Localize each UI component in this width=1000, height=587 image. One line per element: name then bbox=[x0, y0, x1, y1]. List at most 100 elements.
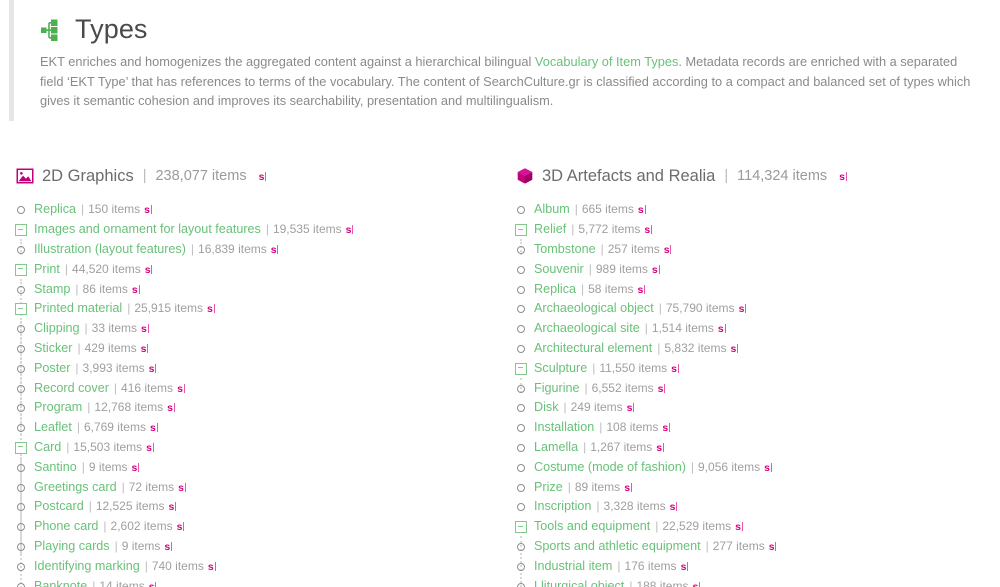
collapse-toggle-icon[interactable] bbox=[14, 262, 28, 276]
tree-node-label[interactable]: Postcard bbox=[34, 499, 84, 513]
tree-node-search-link[interactable]: s bbox=[169, 501, 177, 513]
tree-node-label[interactable]: Replica bbox=[34, 202, 76, 216]
tree-node-label[interactable]: Disk bbox=[534, 400, 559, 414]
tree-node-label[interactable]: Figurine bbox=[534, 381, 580, 395]
tree-node-label[interactable]: Playing cards bbox=[34, 539, 110, 553]
tree-node-label[interactable]: Santino bbox=[34, 460, 77, 474]
tree-node-search-link[interactable]: s bbox=[624, 482, 632, 494]
tree-node-search-link[interactable]: s bbox=[132, 284, 140, 296]
leaf-bullet-icon bbox=[514, 460, 528, 474]
tree-node-search-link[interactable]: s bbox=[644, 224, 652, 236]
tree-node-search-link[interactable]: s bbox=[150, 422, 158, 434]
collapse-toggle-icon[interactable] bbox=[514, 361, 528, 375]
tree-node-label[interactable]: Sports and athletic equipment bbox=[534, 539, 701, 553]
tree-node-search-link[interactable]: s bbox=[638, 204, 646, 216]
tree-node-label[interactable]: Architectural element bbox=[534, 341, 652, 355]
tree-node-search-link[interactable]: s bbox=[658, 383, 666, 395]
tree-node-label[interactable]: Stamp bbox=[34, 282, 70, 296]
tree-node-search-link[interactable]: s bbox=[271, 244, 279, 256]
tree-node-search-link[interactable]: s bbox=[627, 402, 635, 414]
tree-node-label[interactable]: Clipping bbox=[34, 321, 80, 335]
tree-node-search-link[interactable]: s bbox=[132, 462, 140, 474]
tree-node-search-link[interactable]: s bbox=[177, 383, 185, 395]
tree-node-label[interactable]: Costume (mode of fashion) bbox=[534, 460, 686, 474]
tree-node-label[interactable]: Lliturgical object bbox=[534, 579, 624, 587]
tree-node-search-link[interactable]: s bbox=[681, 561, 689, 573]
tree-node-search-link[interactable]: s bbox=[637, 284, 645, 296]
tree-node-search-link[interactable]: s bbox=[144, 204, 152, 216]
tree-node-search-link[interactable]: s bbox=[346, 224, 354, 236]
tree-node-search-link[interactable]: s bbox=[652, 264, 660, 276]
tree-node-search-link[interactable]: s bbox=[177, 521, 185, 533]
tree-node-search-link[interactable]: s bbox=[164, 541, 172, 553]
tree-node: Tools and equipment | 22,529 items s Sports … bbox=[514, 516, 1000, 587]
tree-node-search-link[interactable]: s bbox=[662, 422, 670, 434]
tree-node-label[interactable]: Album bbox=[534, 202, 570, 216]
category-search-link[interactable]: s bbox=[839, 171, 847, 183]
tree-node-search-link[interactable]: s bbox=[178, 482, 186, 494]
tree-node-label[interactable]: Phone card bbox=[34, 519, 98, 533]
tree-node: Sports and athletic equipment | 277 items s bbox=[514, 536, 1000, 556]
tree-node-label[interactable]: Lamella bbox=[534, 440, 578, 454]
tree-node-label[interactable]: Program bbox=[34, 400, 82, 414]
tree-node-label[interactable]: Prize bbox=[534, 480, 563, 494]
tree-node-label[interactable]: Tools and equipment bbox=[534, 519, 650, 533]
vocabulary-of-item-types-link[interactable]: Vocabulary of Item Types bbox=[535, 54, 678, 69]
tree-node-label[interactable]: Inscription bbox=[534, 499, 591, 513]
tree-node-label[interactable]: Relief bbox=[534, 222, 566, 236]
tree-node-label[interactable]: Printed material bbox=[34, 301, 122, 315]
tree-node-search-link[interactable]: s bbox=[664, 244, 672, 256]
collapse-toggle-icon[interactable] bbox=[14, 440, 28, 454]
tree-node-search-link[interactable]: s bbox=[141, 343, 149, 355]
tree-node-label[interactable]: Replica bbox=[534, 282, 576, 296]
collapse-toggle-icon[interactable] bbox=[14, 222, 28, 237]
tree-node-search-link[interactable]: s bbox=[718, 323, 726, 335]
tree-node-search-link[interactable]: s bbox=[167, 402, 175, 414]
tree-node-row: Inscription | 3,328 items s bbox=[514, 496, 1000, 516]
tree-node-label[interactable]: Poster bbox=[34, 361, 70, 375]
tree-node-label[interactable]: Identifying marking bbox=[34, 559, 140, 573]
tree-node-label[interactable]: Print bbox=[34, 262, 60, 276]
tree-node-search-link[interactable]: s bbox=[670, 501, 678, 513]
tree-node-search-link[interactable]: s bbox=[769, 541, 777, 553]
tree-node-search-link[interactable]: s bbox=[146, 442, 154, 454]
collapse-toggle-icon[interactable] bbox=[514, 222, 528, 237]
tree-node-label[interactable]: Tombstone bbox=[534, 242, 596, 256]
tree-node-search-link[interactable]: s bbox=[149, 581, 157, 587]
tree-node-label[interactable]: Banknote bbox=[34, 579, 87, 587]
tree-node-label[interactable]: Sculpture bbox=[534, 361, 587, 375]
tree-node-label[interactable]: Illustration (layout features) bbox=[34, 242, 186, 256]
tree-node: Sticker | 429 items s bbox=[14, 338, 510, 358]
tree-node-search-link[interactable]: s bbox=[739, 303, 747, 315]
tree-node-label[interactable]: Sticker bbox=[34, 341, 73, 355]
tree-node-search-link[interactable]: s bbox=[735, 521, 743, 533]
tree-node-search-link[interactable]: s bbox=[730, 343, 738, 355]
tree-node-search-link[interactable]: s bbox=[149, 363, 157, 375]
tree-node-label[interactable]: Greetings card bbox=[34, 480, 117, 494]
page-description: EKT enriches and homogenizes the aggrega… bbox=[40, 52, 982, 111]
collapse-toggle-icon[interactable] bbox=[14, 301, 28, 316]
cube-icon bbox=[516, 167, 534, 185]
tree-node-item-count: 740 items bbox=[151, 558, 204, 573]
tree-node-search-link[interactable]: s bbox=[692, 581, 700, 587]
tree-node-label[interactable]: Industrial item bbox=[534, 559, 612, 573]
tree-node-search-link[interactable]: s bbox=[764, 462, 772, 474]
collapse-toggle-icon[interactable] bbox=[514, 519, 528, 534]
tree-node-search-link[interactable]: s bbox=[656, 442, 664, 454]
tree-node-search-link[interactable]: s bbox=[145, 264, 153, 276]
category-search-link[interactable]: s bbox=[259, 171, 267, 183]
tree-node-search-link[interactable]: s bbox=[207, 303, 215, 315]
tree-node-label[interactable]: Archaeological site bbox=[534, 321, 640, 335]
leaf-bullet-icon bbox=[14, 480, 28, 494]
tree-node-search-link[interactable]: s bbox=[671, 363, 679, 375]
tree-node-search-link[interactable]: s bbox=[141, 323, 149, 335]
tree-node-label[interactable]: Archaeological object bbox=[534, 301, 654, 315]
tree-node-search-link[interactable]: s bbox=[208, 561, 216, 573]
tree-node-label[interactable]: Images and ornament for layout features bbox=[34, 222, 261, 236]
leaf-bullet-icon bbox=[14, 519, 28, 533]
tree-node-label[interactable]: Installation bbox=[534, 420, 594, 434]
tree-node-label[interactable]: Record cover bbox=[34, 381, 109, 395]
tree-node-label[interactable]: Leaflet bbox=[34, 420, 72, 434]
tree-node-label[interactable]: Card bbox=[34, 440, 61, 454]
tree-node-label[interactable]: Souvenir bbox=[534, 262, 584, 276]
